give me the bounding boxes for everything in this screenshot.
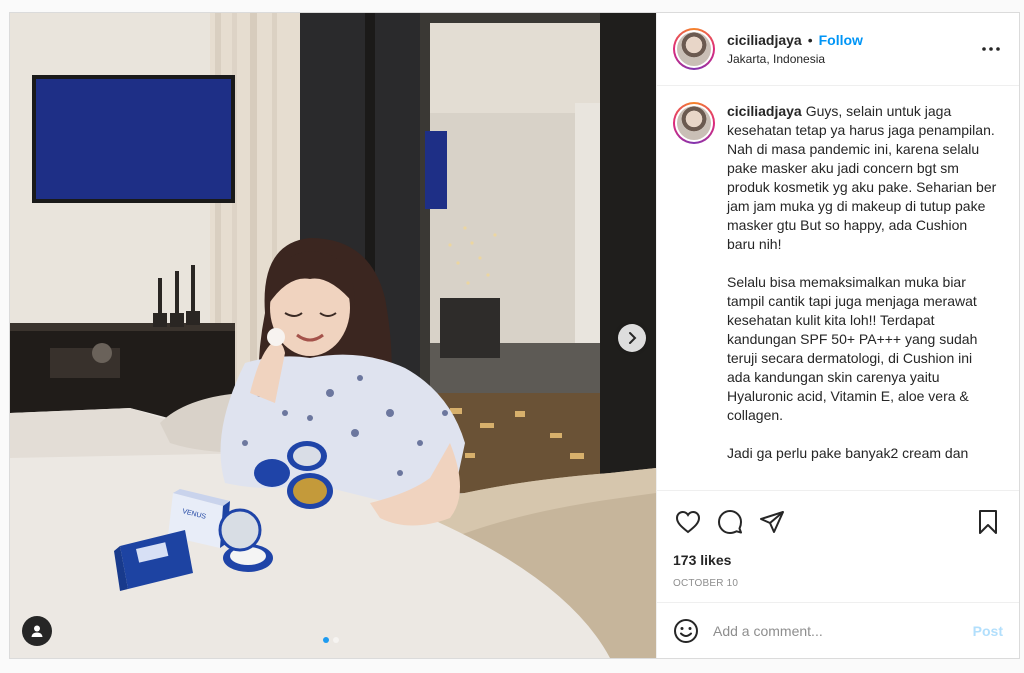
tagged-users-button[interactable] [22,616,52,646]
more-horizontal-icon [982,47,1000,51]
action-bar [657,490,1019,552]
share-button[interactable] [757,507,787,537]
caption: ciciliadjaya Guys, selain untuk jaga kese… [727,102,997,490]
instagram-post: VENUS ciciliadjaya • Follow Jakarta, Ind… [9,12,1020,659]
comment-icon [718,509,742,534]
user-icon [31,625,43,637]
caption-username[interactable]: ciciliadjaya [727,103,802,119]
caption-text: Guys, selain untuk jaga kesehatan tetap … [727,103,997,461]
comment-bar: Post [657,602,1019,658]
separator-bullet: • [807,32,813,48]
paper-plane-icon [760,510,784,533]
bookmark-icon [979,509,997,534]
avatar-image [677,106,711,140]
post-header: ciciliadjaya • Follow Jakarta, Indonesia [657,13,1019,86]
likes-count[interactable]: 173 likes [657,552,1019,574]
post-media[interactable]: VENUS [10,13,656,658]
carousel-indicator [323,637,339,643]
chevron-right-icon [629,332,637,344]
caption-avatar[interactable] [673,102,715,144]
caption-section: ciciliadjaya Guys, selain untuk jaga kese… [657,86,1019,490]
heart-icon [675,510,701,533]
comment-button[interactable] [715,507,745,537]
avatar[interactable] [673,28,715,70]
post-comment-button[interactable]: Post [973,623,1003,639]
carousel-dot [333,637,339,643]
carousel-dot-active [323,637,329,643]
post-side-panel: ciciliadjaya • Follow Jakarta, Indonesia… [656,13,1019,658]
emoji-icon[interactable] [673,618,699,644]
follow-button[interactable]: Follow [819,32,863,48]
post-photo: VENUS [10,13,656,658]
post-date[interactable]: OCTOBER 10 [657,578,1019,602]
username-link[interactable]: ciciliadjaya [727,32,802,48]
carousel-next-button[interactable] [618,324,646,352]
location-link[interactable]: Jakarta, Indonesia [727,52,979,66]
comment-input[interactable] [713,622,973,639]
avatar-image [677,32,711,66]
more-options-button[interactable] [979,37,1003,61]
save-button[interactable] [973,507,1003,537]
header-text: ciciliadjaya • Follow Jakarta, Indonesia [727,32,979,66]
like-button[interactable] [673,507,703,537]
